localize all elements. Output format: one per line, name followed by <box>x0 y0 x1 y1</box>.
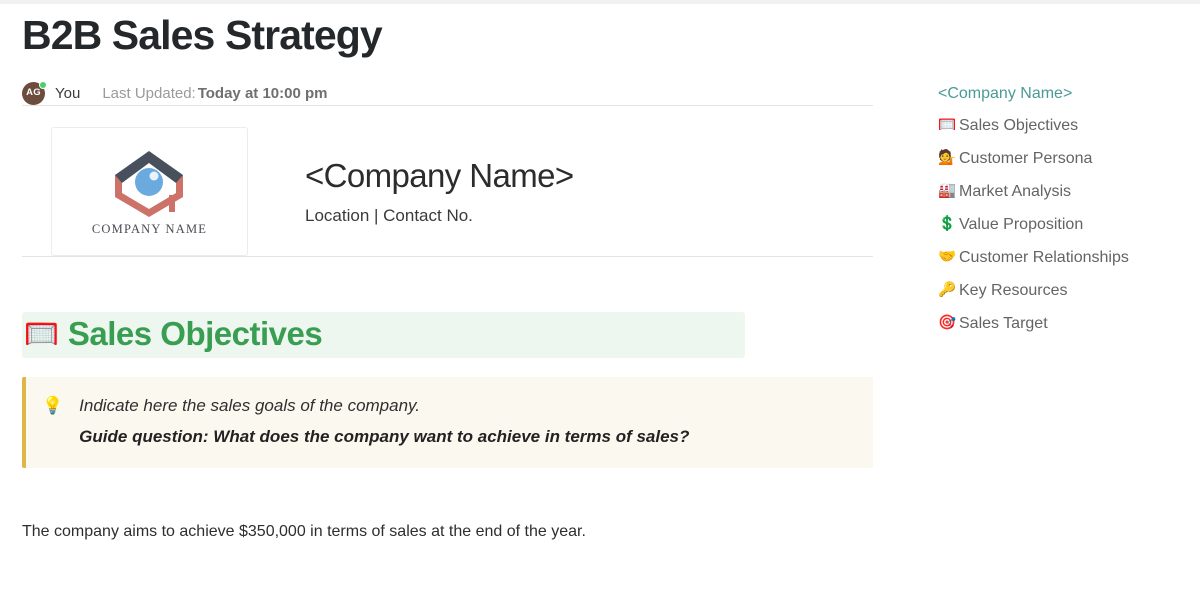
outline-item-list: 🥅Sales Objectives💁Customer Persona🏭Marke… <box>938 109 1188 340</box>
logo-wordmark: COMPANY NAME <box>92 222 207 237</box>
page-title: B2B Sales Strategy <box>22 12 873 59</box>
company-logo-card[interactable]: COMPANY NAME <box>51 127 248 256</box>
outline-item-key-resources[interactable]: 🔑Key Resources <box>938 274 1188 307</box>
outline-item-label: Key Resources <box>959 282 1068 300</box>
house-hexagon-logo-icon <box>106 145 192 219</box>
key-icon: 🔑 <box>938 283 956 298</box>
outline-item-label: Value Proposition <box>959 216 1083 234</box>
outline-item-market-analysis[interactable]: 🏭Market Analysis <box>938 175 1188 208</box>
outline-item-customer-persona[interactable]: 💁Customer Persona <box>938 142 1188 175</box>
online-status-dot <box>39 81 47 89</box>
company-details: <Company Name> Location | Contact No. <box>305 156 574 227</box>
outline-item-label: Market Analysis <box>959 183 1071 201</box>
outline-item-label: Sales Target <box>959 315 1048 333</box>
last-updated[interactable]: Last Updated:Today at 10:00 pm <box>102 85 327 102</box>
guide-callout: 💡 Indicate here the sales goals of the c… <box>22 377 873 468</box>
dollar-sign-icon: 💲 <box>938 217 956 232</box>
company-header-block: COMPANY NAME <Company Name> Location | C… <box>22 126 873 256</box>
document-outline-sidebar: <Company Name> 🥅Sales Objectives💁Custome… <box>938 86 1188 340</box>
last-updated-label: Last Updated: <box>102 85 195 102</box>
lightbulb-icon: 💡 <box>42 395 63 418</box>
outline-header[interactable]: <Company Name> <box>938 86 1188 102</box>
person-tipping-hand-icon: 💁 <box>938 151 956 166</box>
dart-target-icon: 🎯 <box>938 316 956 331</box>
document-meta-row: AG You Last Updated:Today at 10:00 pm <box>22 81 873 105</box>
section-heading-text: Sales Objectives <box>68 315 322 353</box>
handshake-icon: 🤝 <box>938 250 956 265</box>
section-body-paragraph[interactable]: The company aims to achieve $350,000 in … <box>22 520 873 544</box>
company-name[interactable]: <Company Name> <box>305 156 574 196</box>
last-updated-value: Today at 10:00 pm <box>198 85 328 102</box>
outline-item-sales-objectives[interactable]: 🥅Sales Objectives <box>938 109 1188 142</box>
callout-guide-question: Guide question: What does the company wa… <box>79 425 689 450</box>
outline-item-label: Sales Objectives <box>959 117 1078 135</box>
avatar[interactable]: AG <box>22 82 45 105</box>
author-label[interactable]: You <box>55 85 80 102</box>
company-subtitle[interactable]: Location | Contact No. <box>305 206 574 226</box>
company-logo: COMPANY NAME <box>92 145 207 237</box>
document-main-column: B2B Sales Strategy AG You Last Updated:T… <box>22 4 873 544</box>
callout-instruction: Indicate here the sales goals of the com… <box>79 394 689 419</box>
callout-body: Indicate here the sales goals of the com… <box>79 394 689 449</box>
outline-item-label: Customer Relationships <box>959 249 1129 267</box>
divider-top <box>22 105 873 106</box>
goal-net-icon: 🥅 <box>24 320 59 348</box>
section-heading-sales-objectives: 🥅 Sales Objectives <box>22 312 745 358</box>
document-page: B2B Sales Strategy AG You Last Updated:T… <box>0 4 1200 607</box>
outline-item-label: Customer Persona <box>959 150 1092 168</box>
outline-item-value-proposition[interactable]: 💲Value Proposition <box>938 208 1188 241</box>
outline-item-sales-target[interactable]: 🎯Sales Target <box>938 307 1188 340</box>
outline-item-customer-relationships[interactable]: 🤝Customer Relationships <box>938 241 1188 274</box>
factory-icon: 🏭 <box>938 184 956 199</box>
goal-net-icon: 🥅 <box>938 118 956 133</box>
divider-bottom <box>22 256 873 257</box>
